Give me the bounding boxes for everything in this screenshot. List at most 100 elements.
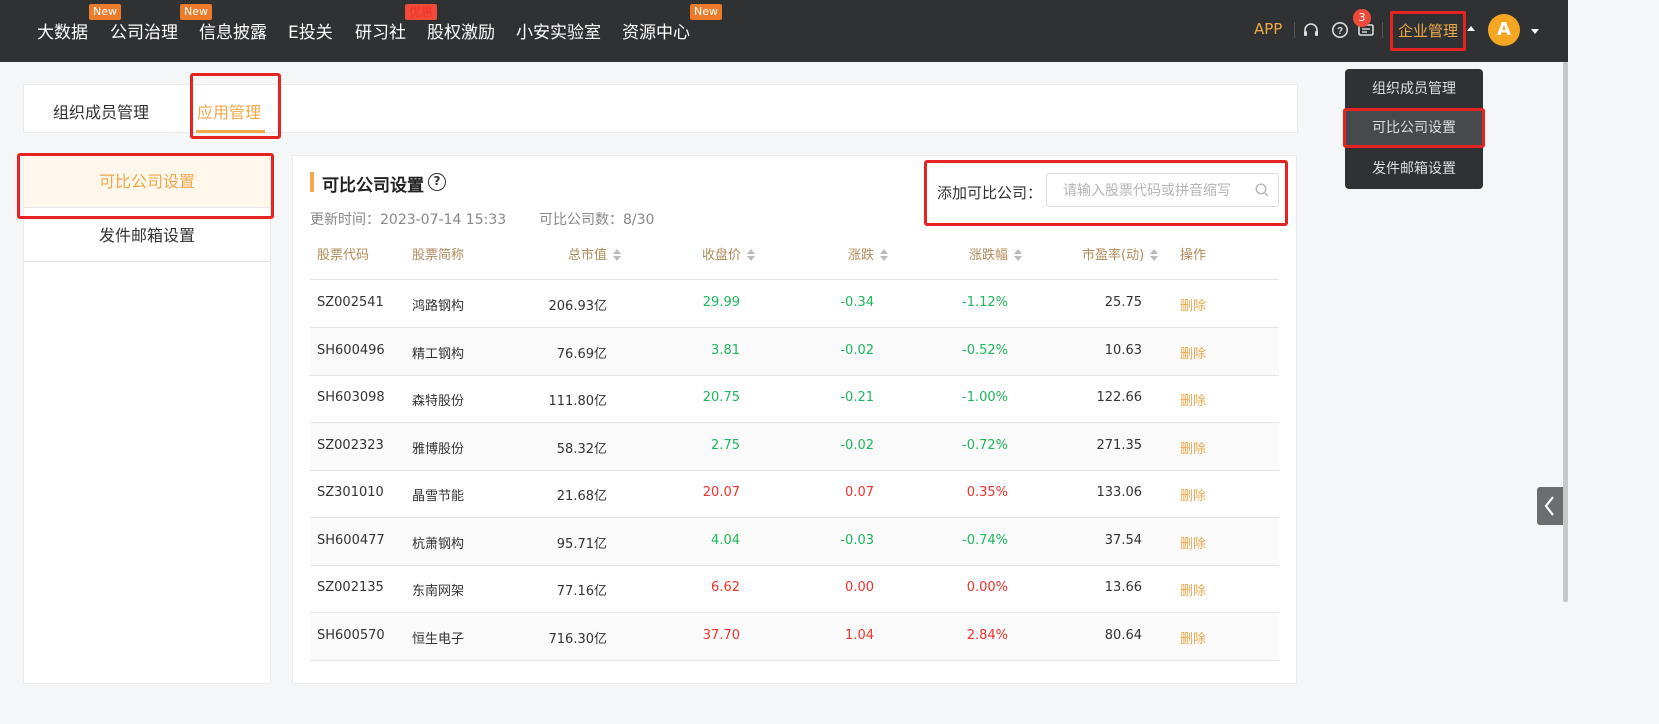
cell-code: SZ002135	[317, 580, 384, 595]
caret-up-icon	[1467, 26, 1475, 31]
highlight-box	[190, 73, 281, 139]
cell-pe: 25.75	[1104, 295, 1142, 310]
delete-link[interactable]: 删除	[1180, 533, 1206, 552]
tab-org-members[interactable]: 组织成员管理	[53, 99, 149, 123]
sort-icon[interactable]	[1150, 248, 1159, 262]
cell-close: 29.99	[702, 295, 740, 310]
delete-link[interactable]: 删除	[1180, 580, 1206, 599]
cell-code: SH600496	[317, 342, 385, 358]
header-label: 总市值	[568, 248, 608, 263]
divider	[1294, 22, 1295, 38]
cell-name: 恒生电子	[412, 631, 465, 647]
column-header-name: 股票简称	[412, 244, 464, 263]
caret-down-icon[interactable]	[1531, 29, 1539, 34]
enterprise-management-button[interactable]: 企业管理	[1390, 11, 1466, 51]
sort-icon[interactable]	[880, 248, 889, 262]
cell-change-pct: -0.74%	[962, 532, 1008, 548]
nav-item-disclosure[interactable]: 信息披露	[199, 18, 267, 43]
sort-icon[interactable]	[747, 248, 756, 262]
cell-pe: 13.66	[1104, 580, 1142, 595]
cell-close: 3.81	[711, 342, 740, 358]
delete-link[interactable]: 删除	[1180, 438, 1206, 457]
cell-change: -0.02	[840, 437, 874, 453]
cell-close: 20.75	[702, 390, 740, 405]
nav-item-academy[interactable]: 研习社 优惠	[355, 4, 438, 43]
nav-label: 公司治理	[110, 23, 178, 43]
title-accent-bar	[310, 172, 314, 192]
update-time: 更新时间：2023-07-14 15:33	[310, 212, 507, 228]
delete-link[interactable]: 删除	[1180, 485, 1206, 504]
nav-item-e-ir[interactable]: E投关	[288, 18, 333, 43]
avatar[interactable]: A	[1488, 14, 1520, 46]
cell-change-pct: 2.84%	[966, 627, 1008, 643]
sort-icon[interactable]	[1014, 248, 1023, 262]
cell-code: SZ002541	[317, 295, 384, 310]
dropdown-item-comparable-companies[interactable]: 可比公司设置	[1343, 108, 1485, 148]
table-row: SH600570 恒生电子 716.30亿 37.70 1.04 2.84% 80.64 删除	[310, 612, 1279, 661]
nav-item-corporate-governance[interactable]: 公司治理 New	[110, 4, 212, 43]
headset-icon[interactable]	[1302, 21, 1320, 39]
cell-change-pct: 0.35%	[966, 485, 1008, 500]
header-label: 收盘价	[702, 248, 742, 263]
nav-item-big-data[interactable]: 大数据 New	[37, 4, 121, 43]
cell-change-pct: -1.12%	[962, 295, 1008, 310]
cell-pe: 37.54	[1104, 532, 1142, 548]
table-row: SZ301010 晶雪节能 21.68亿 20.07 0.07 0.35% 133.06 删除	[310, 470, 1279, 518]
app-link[interactable]: APP	[1254, 20, 1282, 38]
nav-label: 股权激励	[427, 23, 495, 43]
cell-change: -0.02	[840, 342, 874, 358]
column-header-close[interactable]: 收盘价	[702, 244, 756, 263]
cell-pe: 271.35	[1096, 437, 1143, 453]
nav-item-resource-center[interactable]: 资源中心 New	[622, 4, 722, 43]
cell-market-cap: 58.32亿	[556, 441, 607, 457]
header-label: 涨跌	[848, 248, 875, 263]
header-label: 操作	[1180, 248, 1207, 263]
column-header-change-pct[interactable]: 涨跌幅	[969, 244, 1023, 263]
column-header-market-cap[interactable]: 总市值	[568, 244, 622, 263]
column-header-pe[interactable]: 市盈率(动)	[1082, 244, 1159, 263]
cell-change: -0.21	[840, 390, 874, 405]
sort-icon[interactable]	[613, 248, 622, 262]
column-header-code: 股票代码	[317, 244, 369, 263]
header-label: 股票简称	[412, 248, 465, 263]
cell-change: 0.07	[845, 485, 874, 500]
cell-pe: 133.06	[1096, 485, 1143, 500]
delete-link[interactable]: 删除	[1180, 343, 1206, 362]
divider	[1382, 22, 1383, 38]
enterprise-dropdown-menu: 组织成员管理 可比公司设置 发件邮箱设置	[1343, 69, 1485, 189]
delete-link[interactable]: 删除	[1180, 390, 1206, 409]
cell-pe: 10.63	[1104, 342, 1142, 358]
nav-item-lab[interactable]: 小安实验室	[516, 18, 601, 43]
cell-name: 鸿路钢构	[412, 299, 465, 314]
dropdown-item-sender-mailbox[interactable]: 发件邮箱设置	[1345, 149, 1483, 189]
cell-name: 森特股份	[412, 394, 465, 409]
cell-code: SH603098	[317, 390, 385, 405]
cell-code: SZ301010	[317, 485, 384, 500]
delete-link[interactable]: 删除	[1180, 628, 1206, 647]
cell-market-cap: 76.69亿	[556, 346, 607, 362]
cell-close: 4.04	[711, 532, 740, 548]
column-header-change[interactable]: 涨跌	[848, 244, 889, 263]
cell-name: 精工钢构	[412, 346, 465, 362]
nav-label: 小安实验室	[516, 23, 601, 43]
cell-pe: 122.66	[1096, 390, 1143, 405]
cell-code: SH600570	[317, 627, 385, 643]
header-label: 股票代码	[317, 248, 370, 263]
nav-item-equity-incentive[interactable]: 股权激励	[427, 18, 495, 43]
settings-sidebar: 可比公司设置 发件邮箱设置	[23, 155, 271, 684]
delete-link[interactable]: 删除	[1180, 295, 1206, 314]
nav-label: 资源中心	[622, 23, 690, 43]
cell-name: 杭萧钢构	[412, 536, 465, 552]
help-icon[interactable]: ?	[428, 173, 446, 191]
cell-market-cap: 716.30亿	[548, 631, 608, 647]
cell-change-pct: -0.52%	[962, 342, 1008, 358]
cell-change: 1.04	[845, 627, 874, 643]
cell-change-pct: -0.72%	[962, 437, 1008, 453]
cell-change-pct: -1.00%	[962, 390, 1008, 405]
dropdown-item-org-members[interactable]: 组织成员管理	[1345, 69, 1483, 109]
scrollbar[interactable]	[1563, 62, 1568, 602]
collapse-panel-button[interactable]	[1537, 487, 1563, 525]
cell-code: SZ002323	[317, 437, 384, 453]
cell-market-cap: 77.16亿	[556, 584, 607, 599]
help-circle-icon[interactable]: ?	[1331, 21, 1349, 39]
